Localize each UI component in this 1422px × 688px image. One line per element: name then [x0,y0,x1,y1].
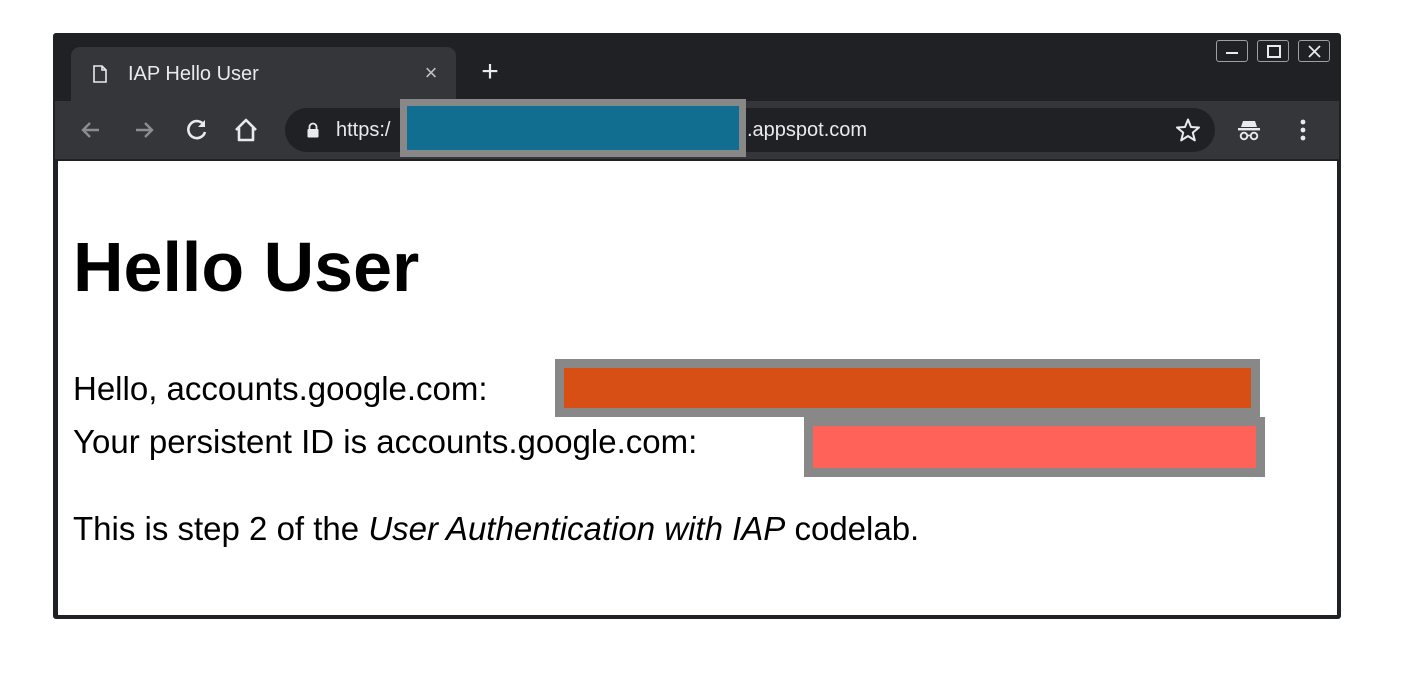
star-icon[interactable] [1175,117,1201,143]
page-content: Hello User Hello, accounts.google.com: Y… [58,161,1337,615]
title-bar: IAP Hello User × + [55,35,1339,101]
persistent-id-redaction-box [804,417,1265,477]
document-icon [93,65,107,83]
greeting-line: Hello, accounts.google.com: [73,370,488,407]
url-redaction-fill [407,106,739,150]
minimize-button[interactable] [1216,40,1248,62]
persistent-id-redaction-fill [813,426,1256,468]
step-text-before: This is step 2 of the [73,510,369,547]
tab-close-icon[interactable]: × [419,61,443,85]
page-title: Hello User [73,228,420,306]
step-text-after: codelab. [785,510,920,547]
reload-icon[interactable] [183,116,211,144]
codelab-name: User Authentication with IAP [368,510,786,547]
kebab-menu-icon[interactable] [1290,117,1316,143]
back-arrow-icon[interactable] [77,116,105,144]
incognito-icon[interactable] [1236,117,1262,143]
close-window-button[interactable] [1298,40,1330,62]
step-line: This is step 2 of the User Authenticatio… [73,509,919,549]
close-icon [1308,45,1321,58]
browser-window: IAP Hello User × + https:/ .appspot.com … [53,33,1341,619]
maximize-button[interactable] [1257,40,1289,62]
url-redaction-box [400,99,746,157]
email-redaction-fill [564,368,1251,408]
url-text-suffix: .appspot.com [747,119,868,141]
email-redaction-box [555,359,1260,417]
forward-arrow-icon[interactable] [130,116,158,144]
tab-iap-hello-user[interactable]: IAP Hello User × [71,47,456,101]
home-icon[interactable] [232,116,260,144]
lock-icon [307,122,319,138]
new-tab-button[interactable]: + [475,57,505,87]
url-text-prefix: https:/ [336,119,391,141]
persistent-id-line: Your persistent ID is accounts.google.co… [73,423,698,460]
tab-title: IAP Hello User [128,63,259,85]
